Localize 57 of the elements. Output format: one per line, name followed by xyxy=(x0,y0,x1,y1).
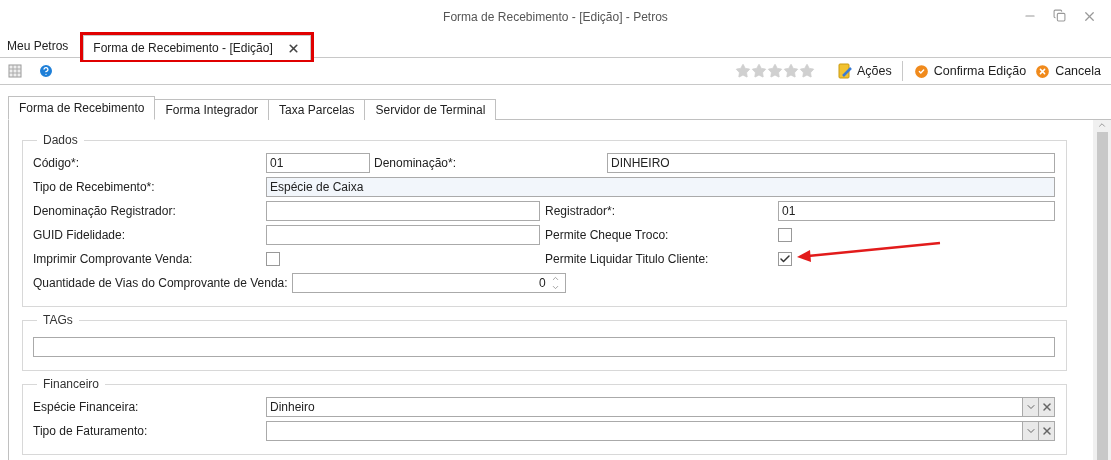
scroll-up-icon[interactable] xyxy=(1097,120,1107,130)
scrollbar[interactable] xyxy=(1093,120,1111,460)
text-field[interactable]: 01 xyxy=(778,201,1055,221)
text-field[interactable] xyxy=(266,225,540,245)
grid-icon[interactable] xyxy=(8,63,24,79)
star-icon[interactable] xyxy=(782,63,799,79)
field-label: Denominação*: xyxy=(374,156,458,170)
text-field[interactable] xyxy=(266,201,540,221)
star-icon[interactable] xyxy=(750,63,767,79)
dropdown-field[interactable] xyxy=(266,421,1055,441)
field-label: Tipo de Recebimento*: xyxy=(33,180,156,194)
readonly-field: Espécie de Caixa xyxy=(266,177,1055,197)
dropdown-icon[interactable] xyxy=(1022,398,1038,416)
clear-icon[interactable] xyxy=(1038,398,1054,416)
text-field[interactable]: DINHEIRO xyxy=(607,153,1055,173)
field-label: Permite Cheque Troco: xyxy=(545,228,670,242)
tab[interactable]: Taxa Parcelas xyxy=(269,99,366,120)
field-label: GUID Fidelidade: xyxy=(33,228,127,242)
clear-icon[interactable] xyxy=(1038,422,1054,440)
field-label: Denominação Registrador: xyxy=(33,204,177,218)
star-icon[interactable] xyxy=(798,63,815,79)
star-icon[interactable] xyxy=(734,63,751,79)
group-title: TAGs xyxy=(42,313,74,327)
tab[interactable]: Forma de Recebimento xyxy=(8,96,156,120)
group-title: Dados xyxy=(42,133,79,147)
toolbar-button[interactable]: Ações xyxy=(832,60,896,82)
rating-stars[interactable] xyxy=(734,63,815,79)
close-icon[interactable] xyxy=(286,41,300,55)
help-icon[interactable] xyxy=(38,63,54,79)
toolbar-button[interactable]: Cancela xyxy=(1030,60,1105,82)
field-label: Espécie Financeira: xyxy=(33,400,140,414)
field-label: Imprimir Comprovante Venda: xyxy=(33,252,194,266)
window-title: Forma de Recebimento - [Edição] - Petros xyxy=(443,9,668,24)
field-label: Permite Liquidar Titulo Cliente: xyxy=(545,252,710,266)
checkbox[interactable] xyxy=(778,252,792,266)
field-label: Quantidade de Vias do Comprovante de Venda: xyxy=(33,276,289,290)
number-field[interactable]: 0 xyxy=(291,273,566,293)
dropdown-icon[interactable] xyxy=(1022,422,1038,440)
star-icon[interactable] xyxy=(766,63,783,79)
restore-icon[interactable] xyxy=(1053,9,1066,22)
document-tab[interactable]: Forma de Recebimento - [Edição] xyxy=(83,35,311,60)
field-label: Código*: xyxy=(33,156,81,170)
text-field[interactable]: 01 xyxy=(266,153,370,173)
checkbox[interactable] xyxy=(266,252,280,266)
document-tab[interactable]: Meu Petros xyxy=(0,34,80,57)
cancel-icon xyxy=(1034,62,1052,80)
field-label: Registrador*: xyxy=(545,204,617,218)
toolbar-button[interactable]: Confirma Edição xyxy=(908,60,1031,82)
group-title: Financeiro xyxy=(42,377,101,391)
tab[interactable]: Servidor de Terminal xyxy=(365,99,497,120)
field-label: Tipo de Faturamento: xyxy=(33,424,149,438)
tab[interactable]: Forma Integrador xyxy=(155,99,270,120)
checkbox[interactable] xyxy=(778,228,792,242)
tags-field[interactable] xyxy=(33,337,1055,357)
confirm-icon xyxy=(912,62,930,80)
document-pencil-icon xyxy=(836,63,853,79)
dropdown-field[interactable]: Dinheiro xyxy=(266,397,1055,417)
